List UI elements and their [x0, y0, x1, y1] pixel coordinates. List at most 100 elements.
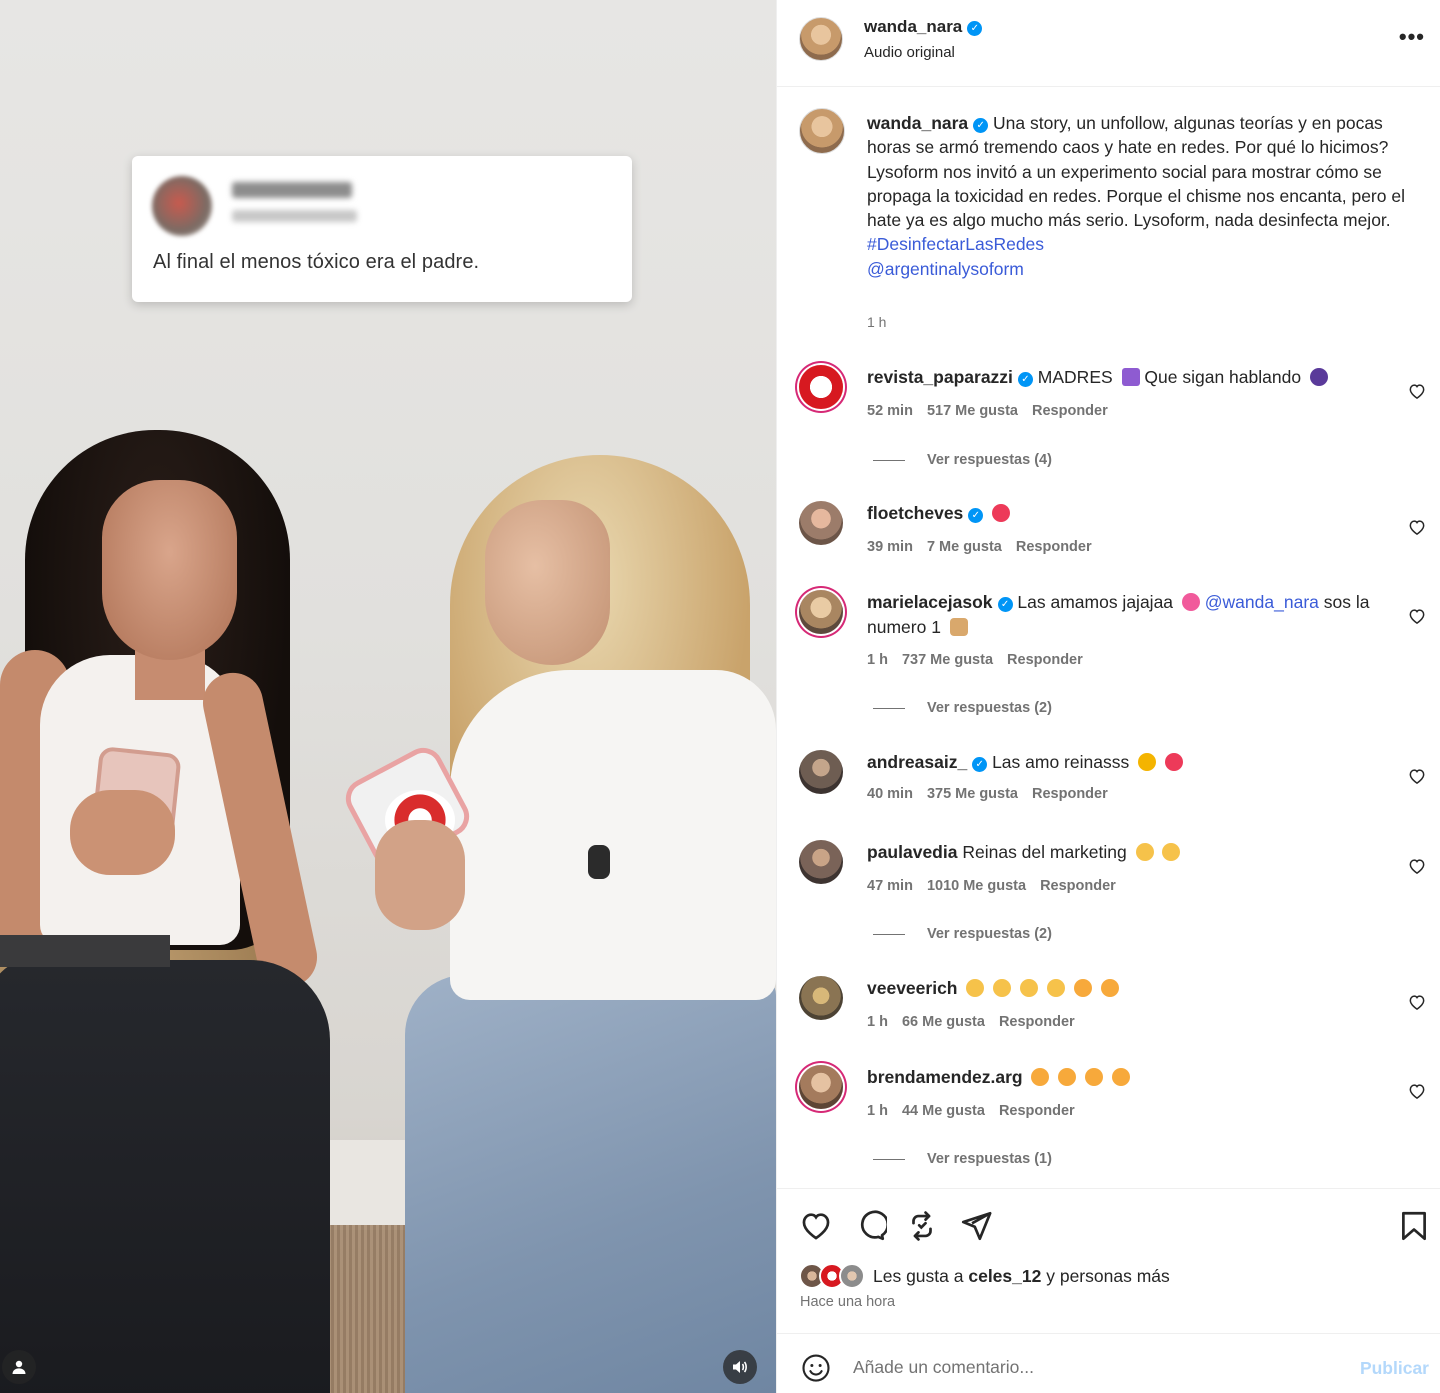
comment-meta: 40 min 375 Me gusta Responder: [867, 786, 1122, 802]
like-comment-heart-icon[interactable]: [1407, 856, 1427, 876]
likes-summary[interactable]: Les gusta a celes_12 y personas más: [873, 1266, 1170, 1287]
comment-text: brendamendez.arg: [867, 1065, 1397, 1090]
laughing-emoji: [1031, 1068, 1050, 1086]
red-heart-emoji: [992, 504, 1011, 522]
comment-meta: 39 min 7 Me gusta Responder: [867, 539, 1106, 555]
laughing-emoji: [1112, 1068, 1131, 1086]
like-heart-icon[interactable]: [799, 1209, 833, 1243]
reply-button[interactable]: Responder: [999, 1103, 1075, 1119]
commenter-username[interactable]: brendamendez.arg: [867, 1067, 1023, 1087]
caption-username[interactable]: wanda_nara: [867, 113, 968, 133]
comment-likes[interactable]: 1010 Me gusta: [927, 878, 1026, 894]
comment-likes[interactable]: 517 Me gusta: [927, 403, 1018, 419]
likes-suffix[interactable]: y personas más: [1046, 1266, 1170, 1286]
comment-time: 1 h: [867, 1014, 888, 1030]
laughing-emoji: [1100, 979, 1119, 997]
commenter-username[interactable]: andreasaiz_: [867, 752, 967, 772]
post-sidebar: wanda_nara ✓ Audio original ••• wanda_nar…: [776, 0, 1440, 1393]
woman-right-hand: [375, 820, 465, 930]
save-bookmark-icon[interactable]: [1397, 1209, 1431, 1243]
caption-avatar[interactable]: [799, 108, 845, 154]
share-plane-icon[interactable]: [959, 1209, 993, 1243]
comment-text: marielacejasok ✓ Las amamos jajajaa @wand…: [867, 590, 1397, 639]
post-author[interactable]: wanda_nara ✓: [864, 17, 983, 37]
comment-likes[interactable]: 44 Me gusta: [902, 1103, 985, 1119]
commenter-username[interactable]: floetcheves: [867, 503, 963, 523]
reply-button[interactable]: Responder: [1040, 878, 1116, 894]
commenter-username[interactable]: marielacejasok: [867, 592, 993, 612]
view-replies-link[interactable]: Ver respuestas (2): [873, 700, 1052, 716]
post-media[interactable]: Al final el menos tóxico era el padre.: [0, 0, 776, 1393]
woman-left-belt: [0, 935, 170, 967]
woman-right-jeans: [405, 975, 776, 1393]
commenter-avatar[interactable]: [799, 590, 843, 634]
verified-badge-icon: ✓: [997, 597, 1013, 612]
like-comment-heart-icon[interactable]: [1407, 1081, 1427, 1101]
comment-input[interactable]: [853, 1352, 1323, 1382]
comment-time: 52 min: [867, 403, 913, 419]
mention-link[interactable]: @wanda_nara: [1205, 592, 1319, 612]
post-author-name[interactable]: wanda_nara: [864, 17, 962, 36]
comment-likes[interactable]: 737 Me gusta: [902, 652, 993, 668]
view-replies-link[interactable]: Ver respuestas (4): [873, 452, 1052, 468]
comment-likes[interactable]: 66 Me gusta: [902, 1014, 985, 1030]
laughing-emoji: [1085, 1068, 1104, 1086]
commenter-avatar[interactable]: [799, 365, 843, 409]
commenter-avatar[interactable]: [799, 501, 843, 545]
post-timestamp: Hace una hora: [800, 1294, 896, 1310]
comment-text: floetcheves ✓: [867, 501, 1397, 526]
caption-time: 1 h: [867, 314, 887, 330]
commenter-username[interactable]: paulavedia: [867, 842, 957, 862]
view-replies-link[interactable]: Ver respuestas (2): [873, 926, 1052, 942]
publish-button[interactable]: Publicar: [1360, 1358, 1429, 1379]
overlay-comment-name-blurred: [232, 182, 352, 198]
woman-left-face: [102, 480, 237, 660]
comment-composer: Publicar: [777, 1333, 1440, 1393]
mute-button[interactable]: [723, 1350, 757, 1384]
verified-badge-icon: ✓: [968, 508, 984, 523]
more-options-icon[interactable]: •••: [1399, 24, 1425, 50]
comments-feed[interactable]: wanda_nara ✓ Una story, un unfollow, algu…: [777, 88, 1440, 1188]
post-header: wanda_nara ✓ Audio original •••: [777, 0, 1440, 87]
person-emoji: [949, 617, 968, 636]
tagged-users-button[interactable]: [2, 1350, 36, 1384]
comment-likes[interactable]: 375 Me gusta: [927, 786, 1018, 802]
like-comment-heart-icon[interactable]: [1407, 766, 1427, 786]
commenter-avatar[interactable]: [799, 976, 843, 1020]
commenter-username[interactable]: veeveerich: [867, 978, 958, 998]
overlay-comment-card: Al final el menos tóxico era el padre.: [132, 156, 632, 302]
like-comment-heart-icon[interactable]: [1407, 517, 1427, 537]
hashtag-link[interactable]: #DesinfectarLasRedes: [867, 234, 1044, 254]
comment-time: 1 h: [867, 652, 888, 668]
speaking-head-emoji: [1309, 368, 1328, 386]
like-comment-heart-icon[interactable]: [1407, 606, 1427, 626]
verified-badge-icon: ✓: [1017, 372, 1033, 387]
commenter-avatar[interactable]: [799, 1065, 843, 1109]
reply-button[interactable]: Responder: [999, 1014, 1075, 1030]
reply-button[interactable]: Responder: [1016, 539, 1092, 555]
commenter-avatar[interactable]: [799, 750, 843, 794]
liker-username[interactable]: celes_12: [968, 1266, 1041, 1286]
clap-emoji: [1162, 843, 1181, 861]
avatar[interactable]: [799, 17, 843, 61]
comment-time: 1 h: [867, 1103, 888, 1119]
comment-meta: 1 h 66 Me gusta Responder: [867, 1014, 1089, 1030]
audio-label[interactable]: Audio original: [864, 44, 955, 61]
commenter-avatar[interactable]: [799, 840, 843, 884]
commenter-username[interactable]: revista_paparazzi: [867, 367, 1013, 387]
reply-button[interactable]: Responder: [1032, 786, 1108, 802]
mention-link[interactable]: @argentinalysoform: [867, 259, 1024, 279]
like-comment-heart-icon[interactable]: [1407, 381, 1427, 401]
comment-meta: 1 h 44 Me gusta Responder: [867, 1103, 1089, 1119]
repost-icon[interactable]: [905, 1209, 939, 1243]
emoji-picker-icon[interactable]: [801, 1353, 831, 1383]
comment-bubble-icon[interactable]: [853, 1209, 887, 1243]
view-replies-link[interactable]: Ver respuestas (1): [873, 1151, 1052, 1167]
comment-meta: 1 h 737 Me gusta Responder: [867, 652, 1097, 668]
woman-right-top: [450, 670, 776, 1000]
woman-right-face: [485, 500, 610, 665]
reply-button[interactable]: Responder: [1032, 403, 1108, 419]
like-comment-heart-icon[interactable]: [1407, 992, 1427, 1012]
reply-button[interactable]: Responder: [1007, 652, 1083, 668]
comment-likes[interactable]: 7 Me gusta: [927, 539, 1002, 555]
